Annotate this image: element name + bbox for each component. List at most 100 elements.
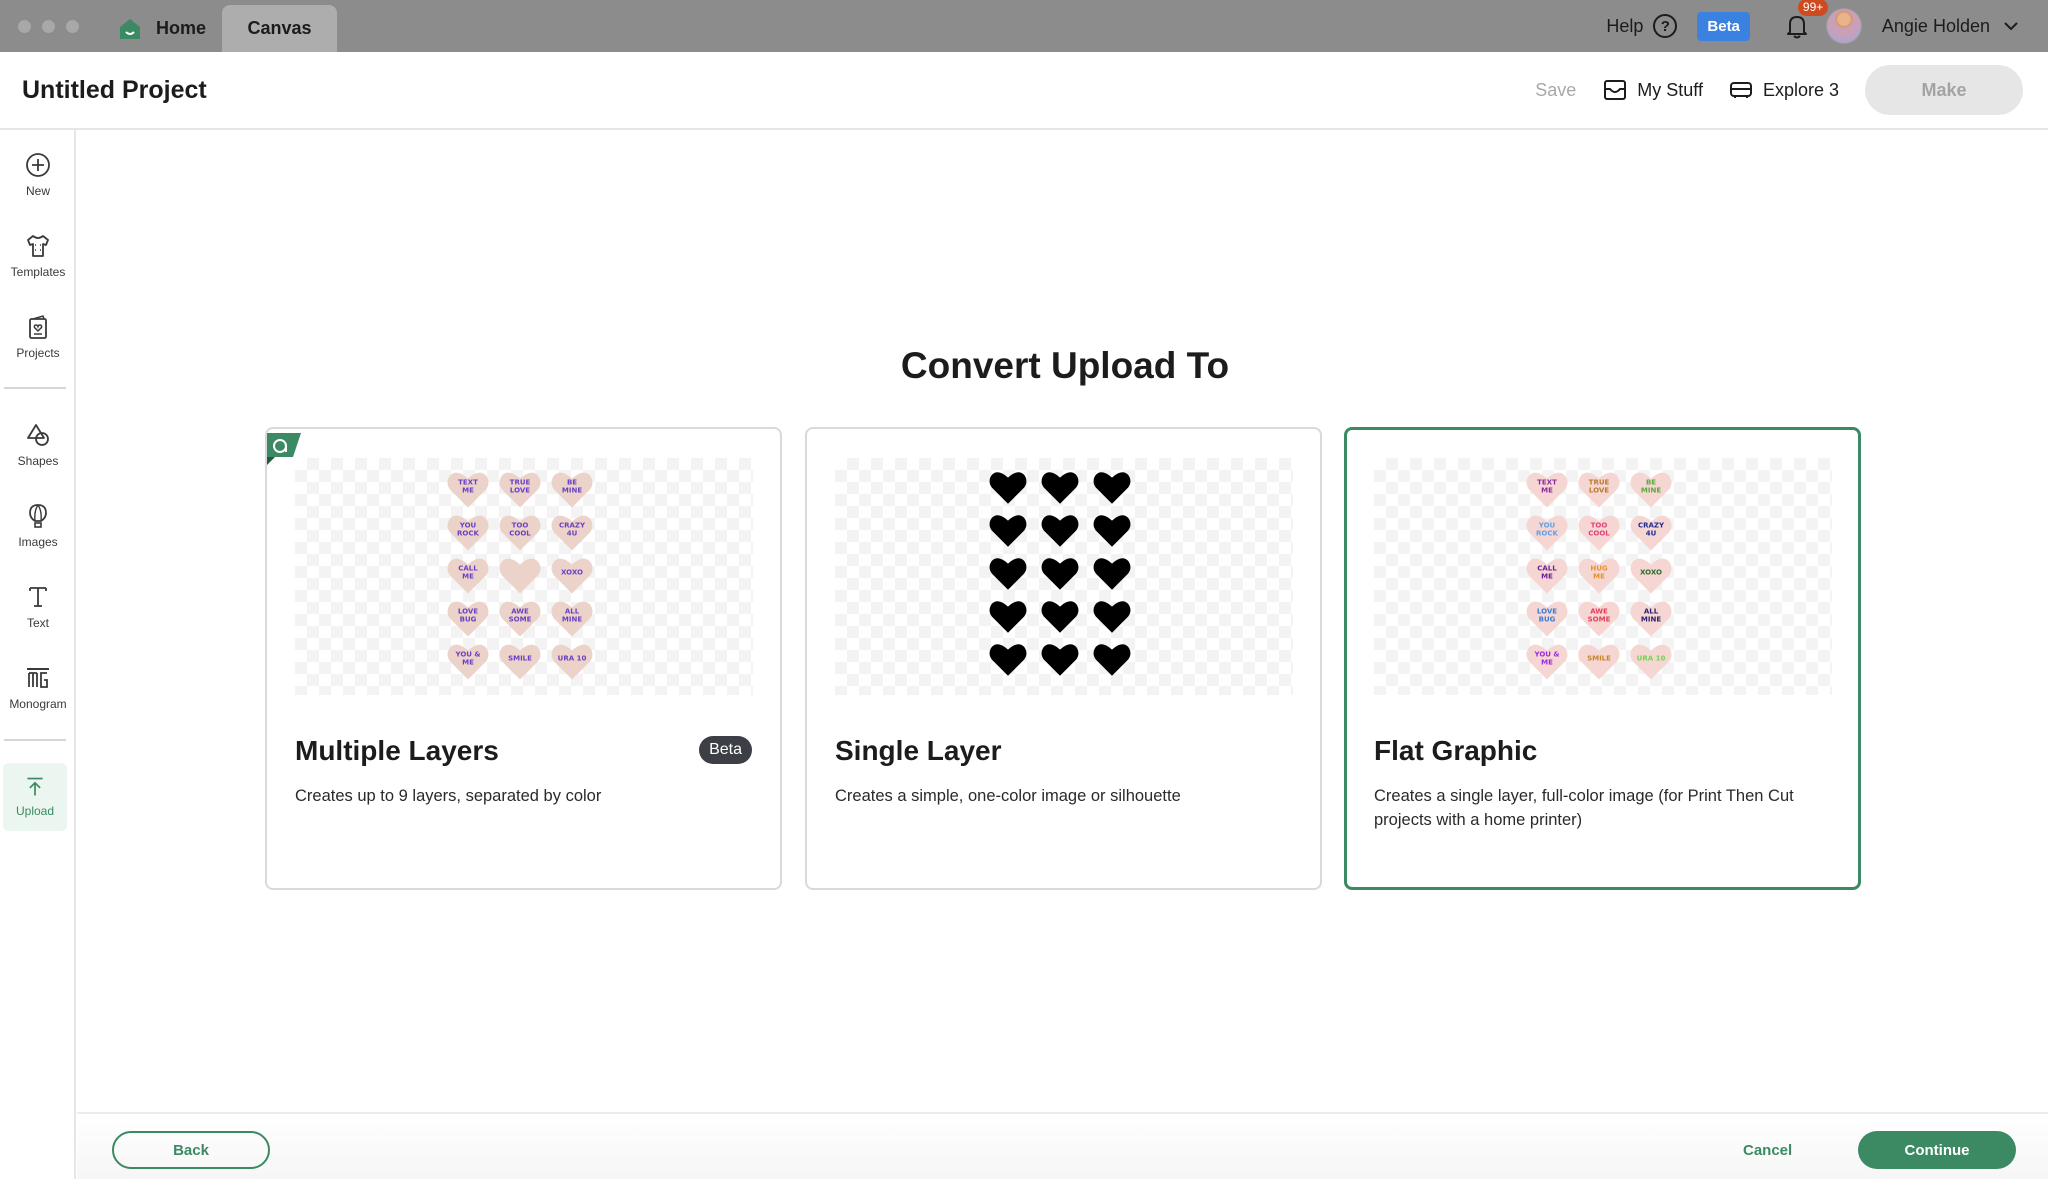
single-layer-preview [835,458,1293,695]
heart-graphic: XOXO [550,555,594,595]
heart-icon [1093,557,1131,590]
help-button[interactable]: Help ? [1606,14,1678,38]
user-name[interactable]: Angie Holden [1882,16,1990,37]
sidebar-item-text[interactable]: Text [0,584,76,630]
window-titlebar: Home Canvas Help ? Beta 99+ Angie Holden [0,0,2048,52]
bell-icon [1786,16,1807,39]
my-stuff-button[interactable]: My Stuff [1603,79,1703,101]
sidebar-label: Templates [10,265,66,279]
sidebar-item-monogram[interactable]: Monogram [0,665,76,711]
heart-graphic: TRUE LOVE [1577,469,1621,509]
project-title[interactable]: Untitled Project [22,76,207,105]
notifications-button[interactable]: 99+ [1784,0,1829,39]
card-description: Creates up to 9 layers, separated by col… [295,787,602,805]
heart-graphic [1038,512,1082,552]
heart-icon [1041,514,1079,547]
heart-graphic: YOU ROCK [1525,512,1569,552]
heart-graphic: CRAZY 4U [550,512,594,552]
heart-graphic [1038,555,1082,595]
heart-icon [1093,514,1131,547]
card-title: Multiple Layers [295,735,499,766]
heart-text: ALL MINE [1640,607,1662,624]
heart-text: TRUE LOVE [509,478,531,495]
heart-text: YOU ROCK [457,521,479,538]
multiple-layers-preview: TEXT ME TRUE LOVE BE MINE YOU ROCK TOO COOL C… [295,458,753,695]
sidebar-item-images[interactable]: Images [0,503,76,549]
heart-icon [1041,600,1079,633]
sidebar-item-upload[interactable]: Upload [3,763,67,831]
option-card-multiple-layers[interactable]: TEXT ME TRUE LOVE BE MINE YOU ROCK TOO COOL C… [265,427,782,890]
page-title: Convert Upload To [900,345,1230,386]
heart-text: YOU ROCK [1536,521,1558,538]
my-stuff-label: My Stuff [1637,79,1703,100]
footer-bar: Back Cancel Continue [77,1112,2048,1179]
heart-graphic: BE MINE [1629,469,1673,509]
heart-graphic: URA 10 [1629,641,1673,681]
heart-graphic: ALL MINE [1629,598,1673,638]
machine-label: Explore 3 [1762,79,1839,100]
cutting-machine-icon [1729,82,1752,98]
heart-icon [1093,643,1131,676]
inbox-icon [1604,80,1627,100]
heart-text: TEXT ME [458,478,478,495]
heart-icon [989,643,1027,676]
heart-text: LOVE BUG [1536,607,1558,624]
cancel-button[interactable]: Cancel [1743,1131,1792,1169]
save-button[interactable]: Save [1535,80,1576,101]
sidebar-label: Upload [15,804,55,818]
heart-icon [989,514,1027,547]
heart-graphic: URA 10 [550,641,594,681]
sidebar-divider [4,387,66,389]
card-description: Creates a single layer, full-color image… [1374,787,1794,829]
heart-graphic: AWE SOME [1577,598,1621,638]
tab-canvas[interactable]: Canvas [222,5,337,52]
heart-icon [499,558,541,593]
heart-text: XOXO [1640,568,1662,577]
maximize-window-button[interactable] [66,20,79,33]
card-description: Creates a simple, one-color image or sil… [835,787,1181,805]
notification-count-badge: 99+ [1797,0,1829,16]
heart-icon [1093,600,1131,633]
beta-button[interactable]: Beta [1697,11,1750,41]
heart-text: LOVE BUG [457,607,479,624]
heart-graphic: AWE SOME [498,598,542,638]
heart-graphic [986,641,1030,681]
heart-graphic [1038,469,1082,509]
heart-text: YOU & ME [455,650,481,667]
make-button[interactable]: Make [1865,65,2023,115]
heart-graphic: CALL ME [446,555,490,595]
heart-text: CALL ME [1537,564,1557,581]
heart-text: SMILE [508,654,532,663]
close-window-button[interactable] [18,20,31,33]
heart-graphic: XOXO [1629,555,1673,595]
sidebar-item-new[interactable]: New [0,152,76,198]
tshirt-icon [27,235,49,257]
heart-graphic: YOU & ME [1525,641,1569,681]
heart-graphic: TOO COOL [498,512,542,552]
heart-text: BE MINE [561,478,583,495]
sidebar-item-templates[interactable]: Templates [0,233,76,279]
heart-graphic [498,555,542,595]
heart-text: URA 10 [557,654,587,663]
back-button[interactable]: Back [112,1131,270,1169]
avatar[interactable] [1825,8,1862,44]
help-label: Help [1606,15,1644,36]
option-card-flat-graphic[interactable]: TEXT ME TRUE LOVE BE MINE YOU ROCK TOO COOL C… [1344,427,1861,890]
continue-button[interactable]: Continue [1858,1131,2016,1169]
heart-text: URA 10 [1636,654,1666,663]
machine-select-button[interactable]: Explore 3 [1729,79,1839,101]
monogram-icon [27,668,49,688]
option-card-single-layer[interactable]: Single Layer Creates a simple, one-color… [805,427,1322,890]
heart-graphic [1090,598,1134,638]
heart-icon [1093,471,1131,504]
tab-home[interactable]: Home [118,5,206,52]
project-card-icon [29,315,47,339]
home-icon [120,18,140,39]
minimize-window-button[interactable] [42,20,55,33]
heart-text: TOO COOL [509,521,531,538]
heart-graphic: YOU ROCK [446,512,490,552]
chevron-down-icon[interactable] [2002,17,2020,35]
sidebar-item-shapes[interactable]: Shapes [0,422,76,468]
heart-graphic: ALL MINE [550,598,594,638]
card-title: Single Layer [835,735,1002,766]
